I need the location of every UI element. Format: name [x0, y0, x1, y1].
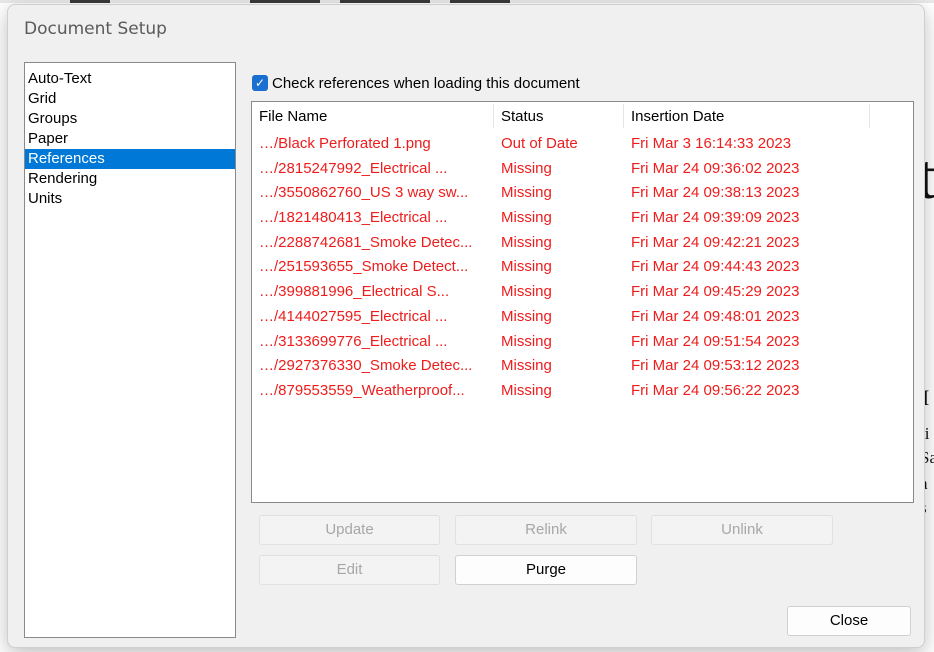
document-setup-dialog: Document Setup Auto-Text Grid Groups Pap… — [7, 4, 925, 648]
file-name-cell: …/2815247992_Electrical ... — [259, 159, 448, 177]
check-references-checkbox[interactable]: ✓ — [252, 75, 268, 91]
check-references-label: Check references when loading this docum… — [272, 74, 580, 92]
file-name-cell: …/251593655_Smoke Detect... — [259, 258, 469, 276]
insertion-date-cell: Fri Mar 24 09:48:01 2023 — [631, 307, 800, 325]
column-header-status[interactable]: Status — [501, 108, 544, 125]
update-button[interactable]: Update — [259, 515, 440, 545]
category-item-references[interactable]: References — [25, 149, 235, 169]
category-item-rendering[interactable]: Rendering — [25, 169, 235, 189]
category-item-groups[interactable]: Groups — [25, 109, 235, 129]
file-name-cell: …/3550862760_US 3 way sw... — [259, 184, 469, 202]
category-list[interactable]: Auto-Text Grid Groups Paper References R… — [24, 62, 236, 638]
column-header-insertion-date[interactable]: Insertion Date — [631, 108, 724, 125]
status-cell: Missing — [501, 209, 552, 227]
references-header: File Name Status Insertion Date — [252, 102, 913, 133]
insertion-date-cell: Fri Mar 24 09:53:12 2023 — [631, 357, 800, 375]
reference-row[interactable]: …/1821480413_Electrical ... Missing Fri Ma… — [252, 207, 913, 232]
reference-row[interactable]: …/879553559_Weatherproof... Missing Fri Ma… — [252, 380, 913, 405]
status-cell: Out of Date — [501, 135, 578, 152]
file-name-cell: …/4144027595_Electrical ... — [259, 307, 448, 325]
file-name-cell: …/2288742681_Smoke Detec... — [259, 233, 473, 251]
insertion-date-cell: Fri Mar 24 09:51:54 2023 — [631, 332, 800, 350]
reference-row[interactable]: …/4144027595_Electrical ... Missing Fri Ma… — [252, 306, 913, 331]
status-cell: Missing — [501, 307, 552, 325]
background-top-strip — [0, 0, 934, 3]
column-separator[interactable] — [493, 104, 494, 128]
column-separator[interactable] — [869, 104, 870, 128]
status-cell: Missing — [501, 258, 552, 276]
category-item-units[interactable]: Units — [25, 189, 235, 209]
insertion-date-cell: Fri Mar 24 09:42:21 2023 — [631, 233, 800, 251]
insertion-date-cell: Fri Mar 3 16:14:33 2023 — [631, 135, 792, 152]
reference-row[interactable]: …/399881996_Electrical S... Missing Fri Ma… — [252, 281, 913, 306]
file-name-cell: …/3133699776_Electrical ... — [259, 332, 448, 350]
file-name-cell: …/1821480413_Electrical ... — [259, 209, 448, 227]
dialog-title: Document Setup — [24, 19, 167, 39]
insertion-date-cell: Fri Mar 24 09:45:29 2023 — [631, 283, 800, 301]
reference-row[interactable]: …/2815247992_Electrical ... Missing Fri Ma… — [252, 158, 913, 183]
reference-row[interactable]: …/251593655_Smoke Detect... Missing Fri Ma… — [252, 256, 913, 281]
references-rows: …/Black Perforated 1.png Out of Date Fri M… — [252, 133, 913, 405]
reference-row[interactable]: …/2288742681_Smoke Detec... Missing Fri Ma… — [252, 232, 913, 257]
edit-button[interactable]: Edit — [259, 555, 440, 585]
reference-row[interactable]: …/3550862760_US 3 way sw... Missing Fri Ma… — [252, 182, 913, 207]
check-references-row[interactable]: ✓ Check references when loading this doc… — [252, 73, 580, 93]
status-cell: Missing — [501, 332, 552, 350]
file-name-cell: …/2927376330_Smoke Detec... — [259, 357, 473, 375]
category-item-paper[interactable]: Paper — [25, 129, 235, 149]
reference-row[interactable]: …/2927376330_Smoke Detec... Missing Fri Ma… — [252, 355, 913, 380]
column-separator[interactable] — [623, 104, 624, 128]
status-cell: Missing — [501, 159, 552, 177]
category-item-auto-text[interactable]: Auto-Text — [25, 69, 235, 89]
insertion-date-cell: Fri Mar 24 09:56:22 2023 — [631, 381, 800, 399]
file-name-cell: …/399881996_Electrical S... — [259, 283, 450, 301]
insertion-date-cell: Fri Mar 24 09:39:09 2023 — [631, 209, 800, 227]
file-name-cell: …/879553559_Weatherproof... — [259, 381, 465, 399]
references-list[interactable]: File Name Status Insertion Date …/Black … — [251, 101, 914, 503]
insertion-date-cell: Fri Mar 24 09:36:02 2023 — [631, 159, 800, 177]
reference-row[interactable]: …/Black Perforated 1.png Out of Date Fri M… — [252, 133, 913, 158]
column-header-file-name[interactable]: File Name — [259, 108, 327, 125]
purge-button[interactable]: Purge — [455, 555, 637, 585]
unlink-button[interactable]: Unlink — [651, 515, 833, 545]
status-cell: Missing — [501, 381, 552, 399]
reference-row[interactable]: …/3133699776_Electrical ... Missing Fri Ma… — [252, 331, 913, 356]
relink-button[interactable]: Relink — [455, 515, 637, 545]
status-cell: Missing — [501, 283, 552, 301]
category-item-grid[interactable]: Grid — [25, 89, 235, 109]
insertion-date-cell: Fri Mar 24 09:38:13 2023 — [631, 184, 800, 202]
close-button[interactable]: Close — [787, 606, 911, 636]
status-cell: Missing — [501, 184, 552, 202]
insertion-date-cell: Fri Mar 24 09:44:43 2023 — [631, 258, 800, 276]
status-cell: Missing — [501, 357, 552, 375]
file-name-cell: …/Black Perforated 1.png — [259, 135, 431, 152]
status-cell: Missing — [501, 233, 552, 251]
